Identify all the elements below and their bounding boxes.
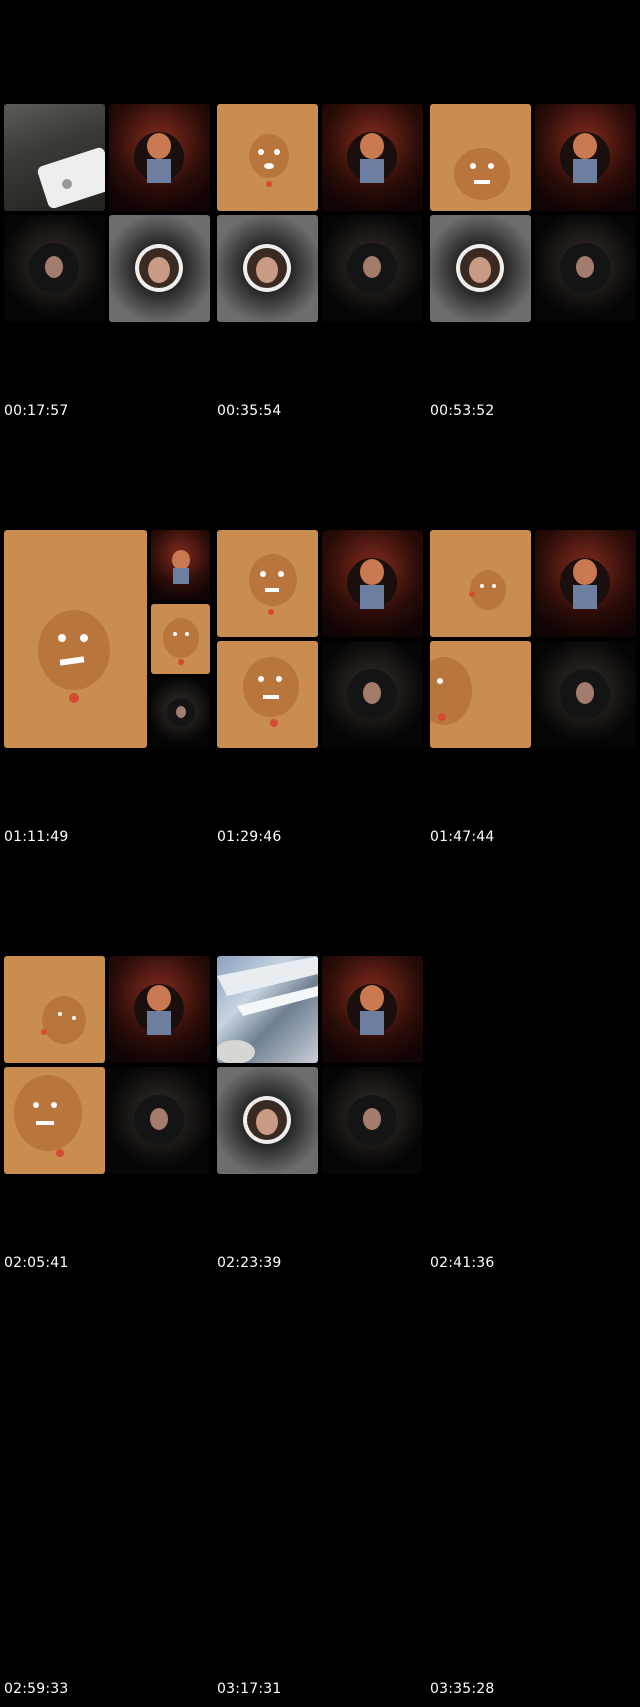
gingerbread-tile [217, 641, 318, 748]
gingerbread-face-icon [430, 657, 472, 725]
avatar-icon [347, 1095, 397, 1145]
gingerbread-face-icon [38, 610, 110, 703]
avatar-icon [560, 669, 610, 719]
avatar-icon [347, 243, 397, 293]
avatar-icon [347, 132, 397, 183]
camera-tile [4, 104, 105, 211]
gingerbread-face-icon [41, 996, 86, 1044]
thumbnail-8[interactable]: 02:23:39 [213, 852, 426, 1278]
gingerbread-tile [217, 104, 318, 211]
gingerbread-face-icon [249, 134, 289, 187]
gingerbread-tile [4, 1067, 105, 1174]
participant-tile [535, 641, 636, 748]
timestamp: 01:11:49 [4, 829, 69, 845]
participant-tile [109, 1067, 210, 1174]
timestamp: 00:35:54 [217, 403, 282, 419]
participant-tile [151, 678, 210, 748]
gingerbread-tile [4, 956, 105, 1063]
thumbnail-1[interactable]: 00:17:57 [0, 0, 213, 426]
avatar-icon [560, 558, 610, 609]
participant-tile [151, 530, 210, 600]
circle-avatar-icon [135, 244, 183, 292]
camera-tile [217, 956, 318, 1063]
timestamp: 02:59:33 [4, 1681, 69, 1697]
timestamp: 00:53:52 [430, 403, 495, 419]
participant-tile [535, 104, 636, 211]
participant-tile [430, 215, 531, 322]
avatar-icon [347, 984, 397, 1035]
avatar-icon [167, 698, 195, 726]
window-icon [217, 956, 318, 1063]
thumbnail-4[interactable]: 01:11:49 [0, 426, 213, 852]
avatar-icon [560, 243, 610, 293]
participant-tile [322, 1067, 423, 1174]
avatar-icon [134, 132, 184, 183]
avatar-icon [29, 243, 79, 293]
participant-tile [322, 530, 423, 637]
timestamp: 02:05:41 [4, 1255, 69, 1271]
timestamp: 01:47:44 [430, 829, 495, 845]
thumbnail-5[interactable]: 01:29:46 [213, 426, 426, 852]
thumbnail-2[interactable]: 00:35:54 [213, 0, 426, 426]
participant-tile [322, 104, 423, 211]
gingerbread-tile [430, 530, 531, 637]
avatar-icon [347, 558, 397, 609]
participant-tile [4, 215, 105, 322]
participant-tile [322, 956, 423, 1063]
timestamp: 03:35:28 [430, 1681, 495, 1697]
thumbnail-11[interactable]: 03:17:31 [213, 1278, 426, 1704]
gingerbread-tile [151, 604, 210, 674]
thumbnail-3[interactable]: 00:53:52 [426, 0, 639, 426]
avatar-icon [134, 1095, 184, 1145]
avatar-icon [347, 669, 397, 719]
participant-tile [535, 530, 636, 637]
timestamp: 00:17:57 [4, 403, 69, 419]
gingerbread-face-icon [14, 1075, 82, 1157]
gingerbread-face-icon [249, 554, 297, 615]
gingerbread-face-icon [469, 570, 506, 610]
avatar-icon [172, 550, 190, 584]
circle-avatar-icon [243, 244, 291, 292]
participant-tile [322, 641, 423, 748]
gingerbread-face-icon [454, 148, 510, 200]
timestamp: 02:41:36 [430, 1255, 495, 1271]
participant-tile [322, 215, 423, 322]
gingerbread-tile [430, 641, 531, 748]
participant-tile [535, 215, 636, 322]
avatar-icon [560, 132, 610, 183]
gingerbread-face-icon [243, 657, 299, 727]
participant-tile [217, 1067, 318, 1174]
participant-tile [109, 104, 210, 211]
gingerbread-tile [4, 530, 147, 748]
thumbnail-7[interactable]: 02:05:41 [0, 852, 213, 1278]
participant-tile [217, 215, 318, 322]
participant-tile [109, 215, 210, 322]
gingerbread-face-icon [163, 618, 199, 665]
thumbnail-12[interactable]: 03:35:28 [426, 1278, 639, 1704]
gingerbread-tile [217, 530, 318, 637]
thumbnail-6[interactable]: 01:47:44 [426, 426, 639, 852]
gingerbread-tile [430, 104, 531, 211]
circle-avatar-icon [456, 244, 504, 292]
thumbnail-9[interactable]: 02:41:36 [426, 852, 639, 1278]
phone-icon [37, 147, 105, 209]
timestamp: 01:29:46 [217, 829, 282, 845]
participant-tile [109, 956, 210, 1063]
thumbnail-10[interactable]: 02:59:33 [0, 1278, 213, 1704]
screen: { "timestamps": ["00:17:57","00:35:54","… [0, 0, 640, 1707]
avatar-icon [134, 984, 184, 1035]
timestamp: 03:17:31 [217, 1681, 282, 1697]
timestamp: 02:23:39 [217, 1255, 282, 1271]
circle-avatar-icon [243, 1096, 291, 1144]
